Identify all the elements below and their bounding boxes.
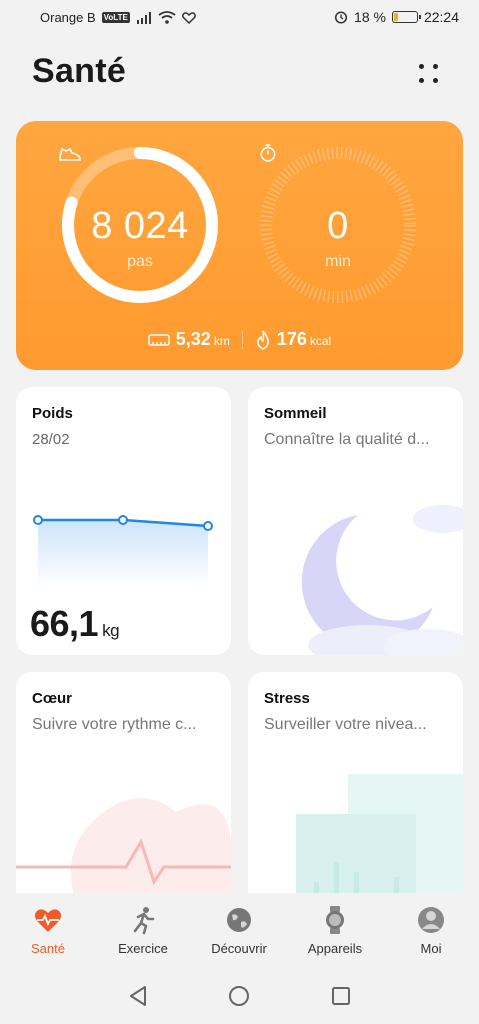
heart-pulse-icon: [35, 909, 61, 932]
distance-value: 5,32: [175, 329, 211, 349]
nav-item-decouvrir[interactable]: Découvrir: [199, 905, 279, 956]
calories-value: 176: [276, 329, 307, 349]
weight-point: [203, 521, 213, 531]
weight-unit: kg: [102, 621, 120, 640]
flame-icon: [256, 330, 269, 350]
runner-icon: [133, 907, 155, 935]
back-icon[interactable]: [128, 985, 148, 1007]
minutes-ring[interactable]: 0 min: [256, 143, 420, 307]
weight-value-row: 66,1 kg: [30, 603, 120, 645]
heart-subtitle: Suivre votre rythme c...: [32, 716, 197, 733]
weight-title: Poids: [32, 405, 73, 422]
nav-label-decouvrir: Découvrir: [211, 941, 267, 956]
steps-value: 8 024: [91, 205, 189, 247]
weight-point: [33, 515, 43, 525]
heart-status-icon: [181, 11, 196, 24]
calories-unit: kcal: [309, 334, 332, 348]
shoe-icon: [59, 147, 81, 161]
user-icon: [418, 907, 444, 933]
status-bar: Orange B VoLTE 18 % 22:24: [0, 0, 479, 36]
clock: 22:24: [423, 9, 459, 25]
weight-card[interactable]: Poids 28/02 66,1 kg: [16, 387, 231, 655]
volte-badge: VoLTE: [101, 12, 130, 23]
battery-percent: 18 %: [354, 9, 386, 25]
weight-date: 28/02: [32, 431, 70, 448]
steps-ring[interactable]: 8 024 pas: [58, 143, 222, 307]
watch-icon: [326, 906, 344, 934]
minutes-value: 0: [327, 205, 349, 247]
wifi-icon: [158, 11, 176, 24]
heart-title: Cœur: [32, 690, 72, 707]
system-nav-bar: [0, 969, 479, 1024]
weight-value: 66,1: [30, 603, 99, 644]
nav-label-sante: Santé: [31, 941, 65, 956]
signal-icon: [136, 11, 151, 24]
activity-summary: 5,32 km 176 kcal: [16, 329, 463, 350]
distance-unit: km: [213, 334, 230, 348]
page-header: Santé: [32, 52, 449, 96]
sleep-subtitle: Connaître la qualité d...: [264, 431, 430, 448]
distance-icon: [148, 333, 170, 346]
nav-label-appareils: Appareils: [307, 941, 363, 956]
carrier-name: Orange B: [40, 10, 96, 25]
stress-subtitle: Surveiller votre nivea...: [264, 716, 427, 733]
activity-card[interactable]: 8 024 pas 0 min 5,32 km 176 kcal: [16, 121, 463, 370]
weight-trend-chart: [33, 515, 213, 587]
sleep-title: Sommeil: [264, 405, 327, 422]
globe-icon: [227, 908, 251, 932]
page-title: Santé: [32, 52, 127, 90]
moon-illustration: [301, 505, 463, 655]
recents-icon[interactable]: [331, 986, 351, 1006]
nav-item-appareils[interactable]: Appareils: [295, 905, 375, 956]
stress-illustration: [296, 774, 463, 912]
battery-icon: [391, 11, 421, 23]
minutes-unit: min: [325, 253, 351, 270]
nav-item-exercice[interactable]: Exercice: [103, 905, 183, 956]
steps-unit: pas: [127, 253, 153, 270]
weight-point: [118, 515, 128, 525]
stopwatch-icon: [260, 144, 276, 162]
nav-label-moi: Moi: [420, 941, 442, 956]
home-icon[interactable]: [228, 985, 250, 1007]
nav-item-moi[interactable]: Moi: [391, 905, 471, 956]
grid-dots-icon[interactable]: [417, 62, 443, 88]
alarm-icon: [334, 11, 348, 24]
bottom-nav: Santé Exercice Découvrir Appareils Moi: [0, 893, 479, 969]
stress-title: Stress: [264, 690, 310, 707]
nav-item-sante[interactable]: Santé: [8, 905, 88, 956]
stress-card[interactable]: Stress Surveiller votre nivea...: [248, 672, 463, 912]
nav-label-exercice: Exercice: [118, 941, 168, 956]
heart-card[interactable]: Cœur Suivre votre rythme c...: [16, 672, 231, 912]
sleep-card[interactable]: Sommeil Connaître la qualité d...: [248, 387, 463, 655]
